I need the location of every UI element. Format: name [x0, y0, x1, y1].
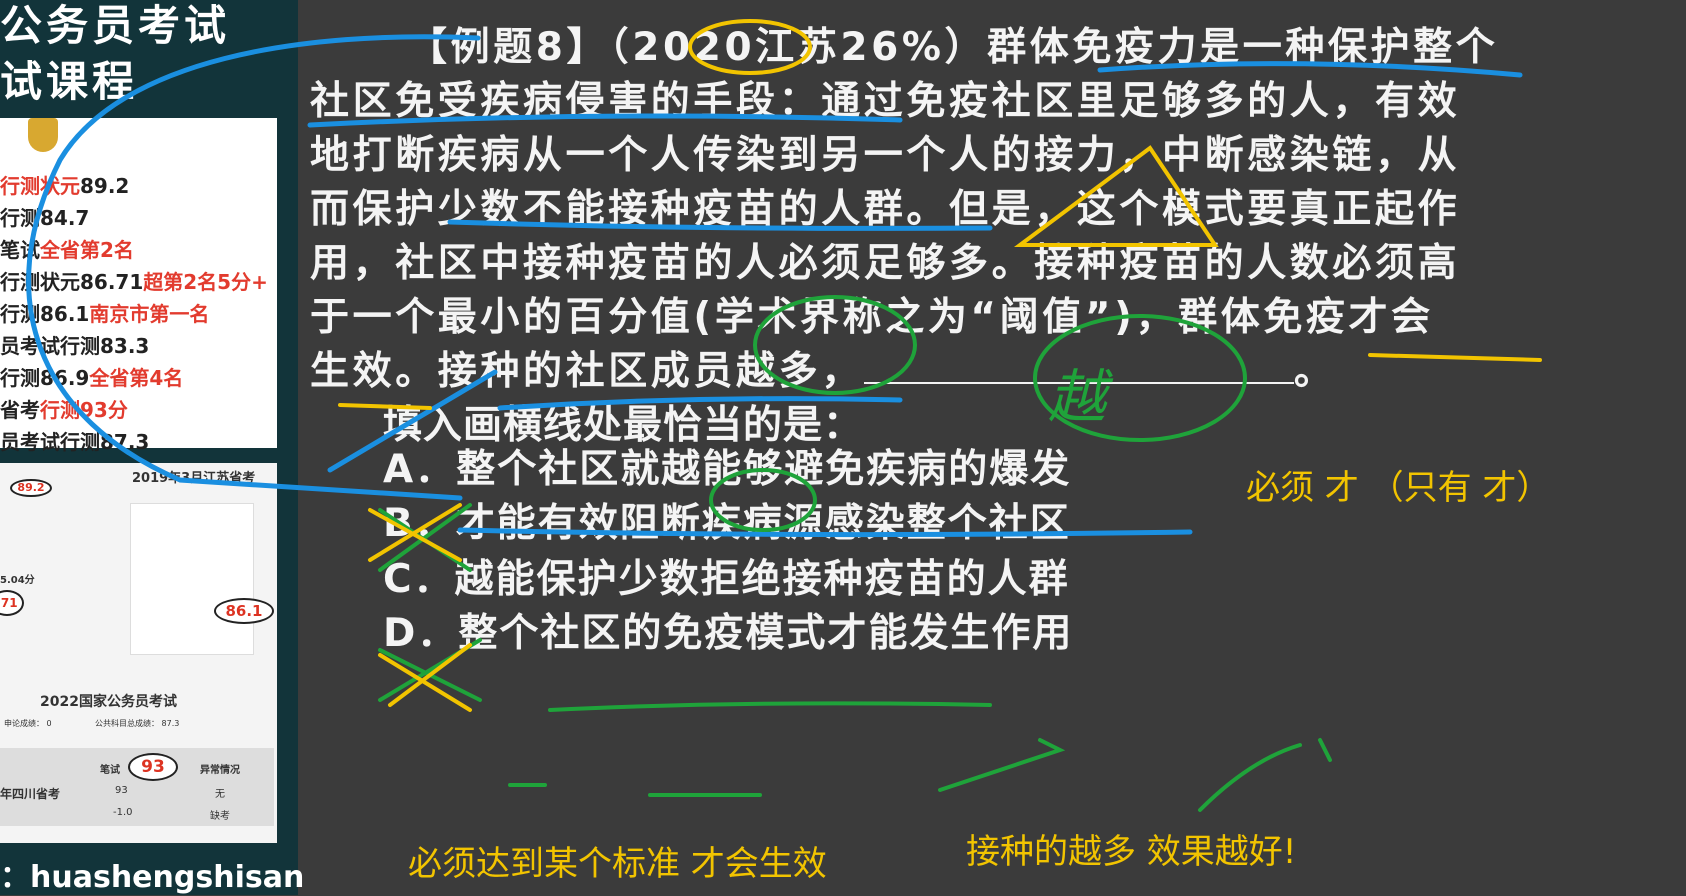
score-item: 行测84.7	[0, 202, 89, 231]
sidebar-ad-panel: 公务员考试 试课程 行测状元89.2 行测84.7 笔试全省第2名 行测状元86.71…	[0, 0, 304, 895]
score-item: 行测状元86.71超第2名5分+	[0, 266, 268, 295]
table-cell: 93	[115, 785, 128, 796]
option-a[interactable]: A．整个社区就越能够避免疾病的爆发	[383, 438, 1071, 494]
question-line: 用，社区中接种疫苗的人必须足够多。接种疫苗的人数必须高	[310, 241, 1461, 286]
handwritten-answer: 越	[1048, 363, 1107, 431]
score-label: 省考	[0, 398, 40, 422]
score-list-card: 行测状元89.2 行测84.7 笔试全省第2名 行测状元86.71超第2名5分+ 行测8…	[0, 118, 277, 454]
score-item: 笔试全省第2名	[0, 234, 134, 263]
score-extra: 全省第4名	[89, 366, 184, 390]
header-2022: 2022国家公务员考试	[40, 694, 177, 710]
option-letter: A．	[383, 447, 457, 492]
small-red-score: 5.04分	[0, 575, 35, 586]
annotation-note: 必须 才 （只有 才）	[1246, 468, 1551, 508]
sidebar-title-line: 公务员考试	[0, 1, 231, 50]
question-text: 生效。接种的社区成员越多，	[310, 349, 864, 394]
total-score: 公共科目总成绩： 87.3	[95, 719, 180, 728]
score-label: 员考试行测	[0, 334, 100, 358]
option-c[interactable]: C．越能保护少数拒绝接种疫苗的人群	[383, 548, 1070, 604]
score-extra: 全省第2名	[40, 238, 134, 262]
option-letter: D．	[383, 611, 459, 656]
annotation-note: 接种的越多 效果越好!	[966, 832, 1297, 872]
question-line: 而保护少数不能接种疫苗的人群。但是，这个模式要真正起作	[310, 187, 1461, 232]
score-label: 行测	[0, 302, 40, 326]
score-value: 89.2	[80, 174, 130, 198]
annotation-note: 必须达到某个标准 才会生效	[408, 844, 827, 884]
option-text: 才能有效阻断疾病源感染整个社区	[455, 501, 1071, 546]
table-header: 异常情况	[200, 765, 240, 776]
score-label: 行测状元	[0, 270, 80, 294]
table-cell: 缺考	[210, 811, 230, 822]
header-2019: 2019年3月江苏省考	[132, 471, 256, 486]
score-item: 行测86.1南京市第一名	[0, 298, 209, 327]
question-line: 社区免受疾病侵害的手段：通过免疫社区里足够多的人，有效	[310, 79, 1461, 124]
score-value: 86.71	[80, 270, 144, 294]
table-cell: 年四川省考	[0, 787, 61, 801]
table-header: 笔试	[100, 765, 120, 776]
score-label: 员考试行测	[0, 430, 100, 454]
score-item: 省考行测93分	[0, 394, 128, 423]
question-line: 生效。接种的社区成员越多， 。	[310, 340, 1336, 396]
table-cell: -1.0	[113, 807, 133, 818]
score-label: 行测	[0, 366, 40, 390]
score-bubble: 86.1	[214, 598, 274, 624]
sidebar-title-line: 试课程	[0, 57, 139, 106]
question-slide: 【例题8】（2020江苏26%）群体免疫力是一种保护整个 社区免受疾病侵害的手段…	[298, 0, 1686, 895]
score-bubble: .71	[0, 590, 24, 616]
badge-icon	[28, 118, 58, 152]
question-line: 地打断疾病从一个人传染到另一个人的接力，中断感染链，从	[310, 133, 1461, 178]
score-label: 笔试	[0, 238, 40, 262]
author-handle: ：huashengshisan	[0, 860, 305, 895]
score-label: 行测状元	[0, 174, 80, 198]
option-text: 整个社区就越能够避免疾病的爆发	[456, 447, 1072, 492]
essay-score: 申论成绩： 0	[4, 719, 52, 728]
score-value: 83.3	[100, 334, 150, 358]
score-item: 员考试行测87.3	[0, 426, 149, 455]
table-cell: 无	[215, 789, 225, 800]
score-item: 行测状元89.2	[0, 170, 129, 199]
option-d[interactable]: D．整个社区的免疫模式才能发生作用	[383, 602, 1073, 658]
score-bubble: 93	[128, 753, 178, 781]
score-value: 84.7	[40, 206, 90, 230]
question-line: 于一个最小的百分值(学术界称之为“阈值”)，群体免疫才会	[310, 295, 1434, 340]
score-extra: 南京市第一名	[89, 302, 210, 326]
score-value: 86.9	[40, 366, 90, 390]
option-b[interactable]: B．才能有效阻断疾病源感染整个社区	[383, 492, 1071, 548]
score-item: 员考试行测83.3	[0, 330, 149, 359]
score-extra: 行测93分	[40, 398, 128, 422]
question-line: 【例题8】（2020江苏26%）群体免疫力是一种保护整个	[408, 25, 1499, 70]
option-text: 越能保护少数拒绝接种疫苗的人群	[454, 557, 1070, 602]
score-screenshots-card: 89.2 2019年3月江苏省考 5.04分 .71 86.1 2022国家公务…	[0, 463, 277, 843]
score-value: 86.1	[40, 302, 90, 326]
score-item: 行测86.9全省第4名	[0, 362, 183, 391]
question-text: 。	[1293, 349, 1337, 394]
score-label: 行测	[0, 206, 40, 230]
score-extra: 超第2名5分+	[143, 270, 268, 294]
option-letter: C．	[383, 557, 455, 602]
score-bubble: 89.2	[10, 479, 52, 497]
score-value: 87.3	[100, 430, 150, 454]
option-letter: B．	[383, 501, 456, 546]
option-text: 整个社区的免疫模式才能发生作用	[458, 611, 1074, 656]
